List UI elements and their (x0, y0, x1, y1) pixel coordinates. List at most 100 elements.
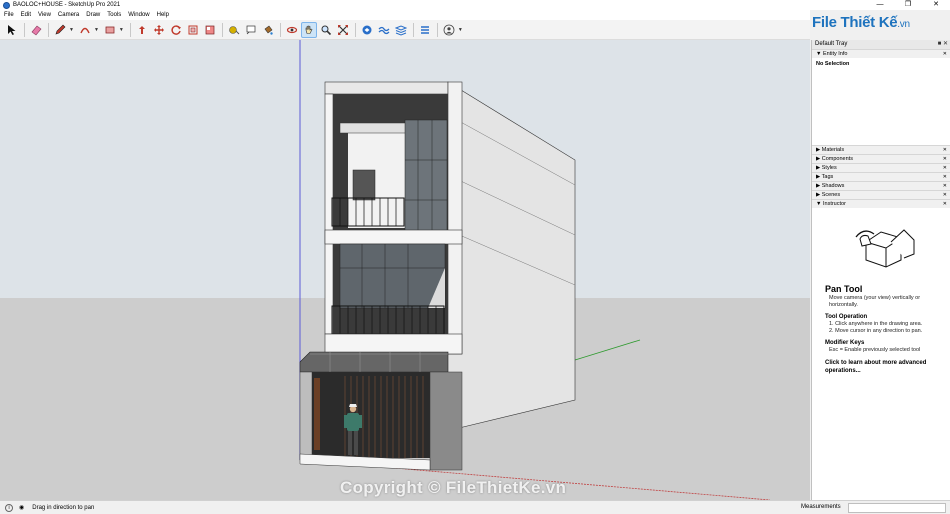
tool-operation-step: 1. Click anywhere in the drawing area. (829, 321, 923, 327)
menu-window[interactable]: Window (128, 12, 149, 18)
chevron-down-icon[interactable]: ▼ (458, 27, 463, 33)
pencil-icon (55, 24, 66, 34)
panel-label: Components (821, 156, 853, 162)
panel-materials[interactable]: ▶ Materials ✕ (812, 145, 950, 154)
floor-slab-2 (324, 229, 463, 245)
pencil-tool-button[interactable] (52, 22, 68, 38)
info-icon[interactable]: i (5, 503, 13, 512)
measurements-label: Measurements (801, 504, 841, 510)
text-tool-button[interactable] (243, 22, 259, 38)
user-account-icon (443, 24, 455, 35)
close-icon[interactable]: ✕ (922, 0, 950, 10)
status-bar: i ◉ Drag in direction to pan Measurement… (0, 500, 950, 514)
offset-tool-button[interactable] (185, 22, 201, 38)
pan-tool-button[interactable] (300, 21, 317, 38)
ground-floor-opening (312, 372, 430, 458)
window-controls: — ❐ ✕ (866, 0, 950, 10)
selection-status: No Selection (816, 61, 850, 67)
toolbar-separator (129, 22, 131, 37)
toolbar-separator (48, 22, 49, 37)
close-icon[interactable]: ✕ (943, 155, 947, 163)
wood-column (314, 378, 320, 450)
ground-left-wall (299, 371, 313, 461)
photo-textures-button[interactable] (393, 22, 409, 38)
modifier-keys-heading: Modifier Keys (825, 340, 865, 346)
drawing-area[interactable] (0, 40, 810, 500)
minimize-icon[interactable]: — (866, 0, 894, 10)
close-icon[interactable]: ✕ (943, 173, 947, 181)
orbit-tool-button[interactable] (284, 22, 300, 38)
toolbar-separator (279, 22, 281, 37)
close-icon[interactable]: ✕ (943, 164, 947, 172)
account-button[interactable] (441, 22, 457, 38)
chevron-down-icon[interactable]: ▼ (69, 27, 74, 33)
measurements-input[interactable] (848, 503, 946, 513)
arc-tool-button[interactable] (77, 22, 93, 38)
shape-tool-button[interactable] (102, 22, 118, 38)
toolbar-separator (24, 22, 25, 37)
tags-button[interactable] (417, 22, 433, 38)
close-icon[interactable]: ✕ (943, 146, 947, 154)
ground-right-wall (429, 371, 463, 471)
close-icon[interactable]: ✕ (943, 191, 947, 199)
move-tool-button[interactable] (151, 22, 167, 38)
menu-view[interactable]: View (38, 12, 51, 18)
menu-help[interactable]: Help (157, 12, 169, 18)
zoom-extents-tool-button[interactable] (335, 22, 351, 38)
upper-canopy (339, 122, 409, 134)
brand-logo: File Thiết Kế.vn (812, 14, 910, 31)
menu-bar: File Edit View Camera Draw Tools Window … (0, 10, 810, 20)
title-bar: BAOLOC+HOUSE - SketchUp Pro 2021 — ❐ ✕ (0, 0, 950, 10)
layers-stack-icon (394, 24, 407, 36)
model-viewport[interactable] (0, 40, 810, 500)
rotate-tool-button[interactable] (168, 22, 184, 38)
scale-tool-button[interactable] (202, 22, 218, 38)
offset-icon (188, 25, 198, 34)
stack-icon (420, 25, 429, 34)
menu-file[interactable]: File (4, 12, 14, 18)
rotate-icon (171, 24, 181, 35)
entity-info-body: No Selection (812, 58, 950, 145)
menu-draw[interactable]: Draw (86, 12, 100, 18)
instructor-description: Move camera (your view) vertically or ho… (829, 295, 921, 308)
floor-slab-1 (324, 333, 463, 355)
paint-bucket-tool-button[interactable] (260, 22, 276, 38)
chevron-down-icon[interactable]: ▼ (119, 27, 124, 33)
push-pull-icon (138, 25, 145, 34)
panel-shadows[interactable]: ▶ Shadows ✕ (812, 181, 950, 190)
scale-icon (205, 25, 215, 34)
panel-entity-info[interactable]: ▼ Entity Info ✕ (812, 49, 950, 58)
tape-measure-tool-button[interactable] (226, 22, 242, 38)
geo-location-icon[interactable]: ◉ (19, 504, 24, 511)
sandbox-button[interactable] (376, 22, 392, 38)
zoom-tool-button[interactable] (318, 22, 334, 38)
panel-label: Shadows (821, 183, 845, 189)
panel-styles[interactable]: ▶ Styles ✕ (812, 163, 950, 172)
panel-components[interactable]: ▶ Components ✕ (812, 154, 950, 163)
magnifier-icon (321, 25, 331, 35)
chevron-down-icon[interactable]: ▼ (94, 27, 99, 33)
push-pull-tool-button[interactable] (134, 22, 150, 38)
components-button[interactable] (359, 22, 375, 38)
close-icon[interactable]: ✕ (943, 182, 947, 190)
panel-label: Scenes (821, 192, 841, 198)
instructor-body: Pan Tool Move camera (your view) vertica… (812, 208, 950, 379)
move-icon (153, 24, 164, 35)
pin-close-icon[interactable]: ■ ✕ (938, 40, 948, 49)
menu-tools[interactable]: Tools (107, 12, 121, 18)
panel-label: Materials (821, 147, 845, 153)
panel-scenes[interactable]: ▶ Scenes ✕ (812, 190, 950, 199)
panel-tags[interactable]: ▶ Tags ✕ (812, 172, 950, 181)
close-icon[interactable]: ✕ (943, 200, 947, 208)
select-tool-button[interactable] (4, 22, 20, 38)
menu-edit[interactable]: Edit (21, 12, 31, 18)
modifier-keys-text: Esc = Enable previously selected tool (829, 347, 921, 353)
panel-instructor[interactable]: ▼ Instructor ✕ (812, 199, 950, 208)
lower-glass-facade (339, 243, 446, 309)
learn-more-link[interactable]: Click to learn about more advanced opera… (825, 359, 946, 375)
maximize-icon[interactable]: ❐ (894, 0, 922, 10)
eraser-tool-button[interactable] (28, 22, 44, 38)
menu-camera[interactable]: Camera (58, 12, 79, 18)
close-icon[interactable]: ✕ (943, 50, 947, 58)
tray-title: Default Tray (815, 41, 848, 47)
